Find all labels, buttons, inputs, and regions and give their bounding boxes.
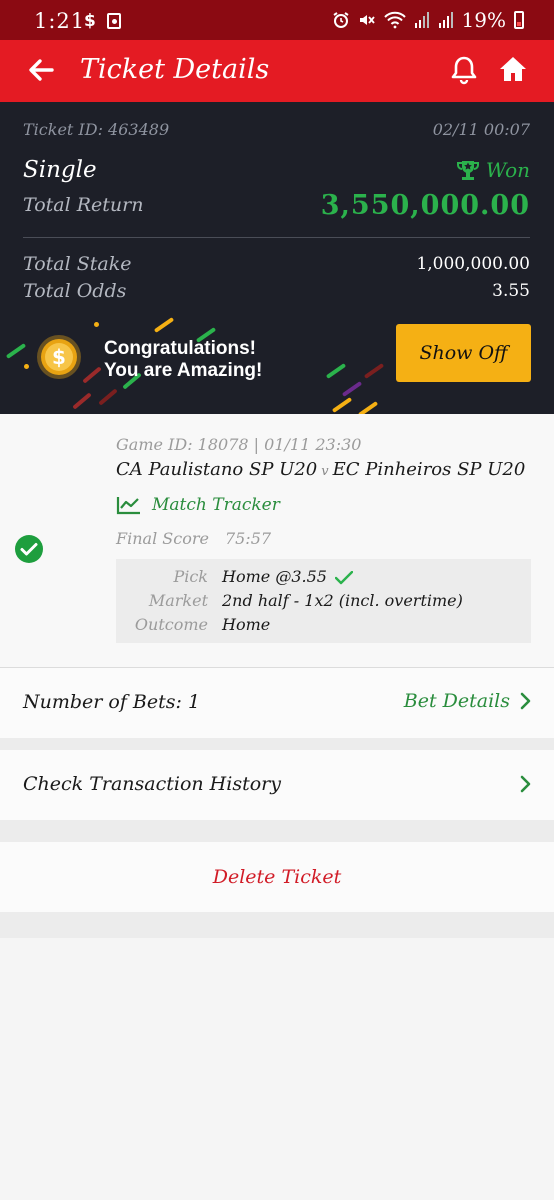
mute-icon — [359, 15, 375, 25]
section-gap — [0, 912, 554, 938]
bet-details-link[interactable]: Bet Details — [404, 690, 532, 712]
svg-text:$: $ — [52, 345, 66, 369]
bell-icon[interactable] — [450, 55, 478, 85]
ticket-summary: Ticket ID: 463489 02/11 00:07 Single Won… — [0, 102, 554, 414]
bet-details-label: Bet Details — [403, 690, 510, 712]
match-tracker-link[interactable]: Match Tracker — [116, 495, 280, 515]
checkmark-icon — [334, 570, 353, 584]
transaction-history-label: Check Transaction History — [23, 773, 281, 795]
back-arrow-icon[interactable] — [26, 55, 56, 85]
page-title: Ticket Details — [80, 54, 270, 85]
home-team: CA Paulistano SP U20 — [116, 459, 318, 480]
battery-level: 19% — [461, 8, 506, 32]
section-gap — [0, 738, 554, 750]
status-icons: 19% — [332, 8, 524, 32]
status-text: Won — [485, 158, 530, 182]
bets-summary-row: Number of Bets: 1 Bet Details — [0, 668, 554, 738]
status-time: 1:21 — [34, 9, 86, 33]
total-return-value: 3,550,000.00 — [320, 190, 530, 221]
ticket-date: 02/11 00:07 — [432, 120, 530, 139]
transaction-history-row[interactable]: Check Transaction History — [0, 750, 554, 820]
check-circle-icon — [15, 535, 43, 563]
congrats-message: Congratulations! You are Amazing! — [104, 338, 262, 382]
divider — [23, 237, 530, 238]
ticket-id: Ticket ID: 463489 — [23, 120, 170, 139]
congrats-line-1: Congratulations! — [104, 338, 256, 359]
status-badge: Won — [456, 158, 530, 182]
home-icon[interactable] — [498, 54, 528, 84]
transaction-history-chevron — [520, 775, 532, 793]
app-bar: Ticket Details — [0, 40, 554, 102]
total-odds-value: 3.55 — [492, 281, 530, 301]
total-stake-label: Total Stake — [23, 253, 132, 275]
delete-ticket-row[interactable]: Delete Ticket — [0, 842, 554, 912]
trophy-icon — [456, 161, 479, 180]
media-app-icon — [107, 13, 121, 29]
game-id: Game ID: 18078 | 01/11 23:30 — [116, 435, 362, 454]
total-stake-value: 1,000,000.00 — [416, 254, 530, 274]
congrats-line-2: You are Amazing! — [104, 360, 263, 381]
outcome-value: Home — [222, 615, 271, 634]
wifi-icon — [383, 11, 406, 29]
chevron-right-icon — [520, 692, 531, 710]
delete-ticket-button[interactable]: Delete Ticket — [0, 866, 554, 888]
battery-icon — [514, 11, 524, 29]
chevron-right-icon — [520, 775, 531, 793]
s-app-icon: $ — [84, 11, 96, 31]
pick-label: Pick — [173, 567, 208, 586]
pick-details: Pick Home @3.55 Market 2nd half - 1x2 (i… — [116, 559, 531, 643]
coin-icon: $ — [37, 335, 81, 379]
line-chart-icon — [116, 497, 140, 515]
final-score-label: Final Score — [116, 529, 209, 548]
market-label: Market — [148, 591, 208, 610]
away-team: EC Pinheiros SP U20 — [332, 459, 526, 480]
vs-label: v — [321, 464, 329, 479]
alarm-icon — [332, 12, 349, 28]
signal-icon — [414, 12, 429, 28]
outcome-label: Outcome — [134, 615, 208, 634]
status-bar: 1:21 $ 19% — [0, 0, 554, 40]
bet-card: Game ID: 18078 | 01/11 23:30 CA Paulista… — [0, 414, 554, 667]
total-odds-label: Total Odds — [23, 280, 127, 302]
show-off-button[interactable]: Show Off — [396, 324, 531, 382]
ticket-type: Single — [23, 157, 97, 183]
number-of-bets: Number of Bets: 1 — [23, 691, 201, 713]
pick-value: Home @3.55 — [222, 567, 327, 586]
match-tracker-label: Match Tracker — [152, 495, 280, 515]
final-score-value: 75:57 — [224, 529, 272, 548]
match-teams: CA Paulistano SP U20 v EC Pinheiros SP U20 — [116, 459, 525, 480]
section-gap — [0, 820, 554, 842]
total-return-label: Total Return — [23, 194, 144, 216]
signal-icon — [438, 12, 453, 28]
pick-value-group: Home @3.55 — [222, 567, 353, 586]
final-score: Final Score 75:57 — [116, 529, 271, 548]
market-value: 2nd half - 1x2 (incl. overtime) — [222, 591, 463, 610]
